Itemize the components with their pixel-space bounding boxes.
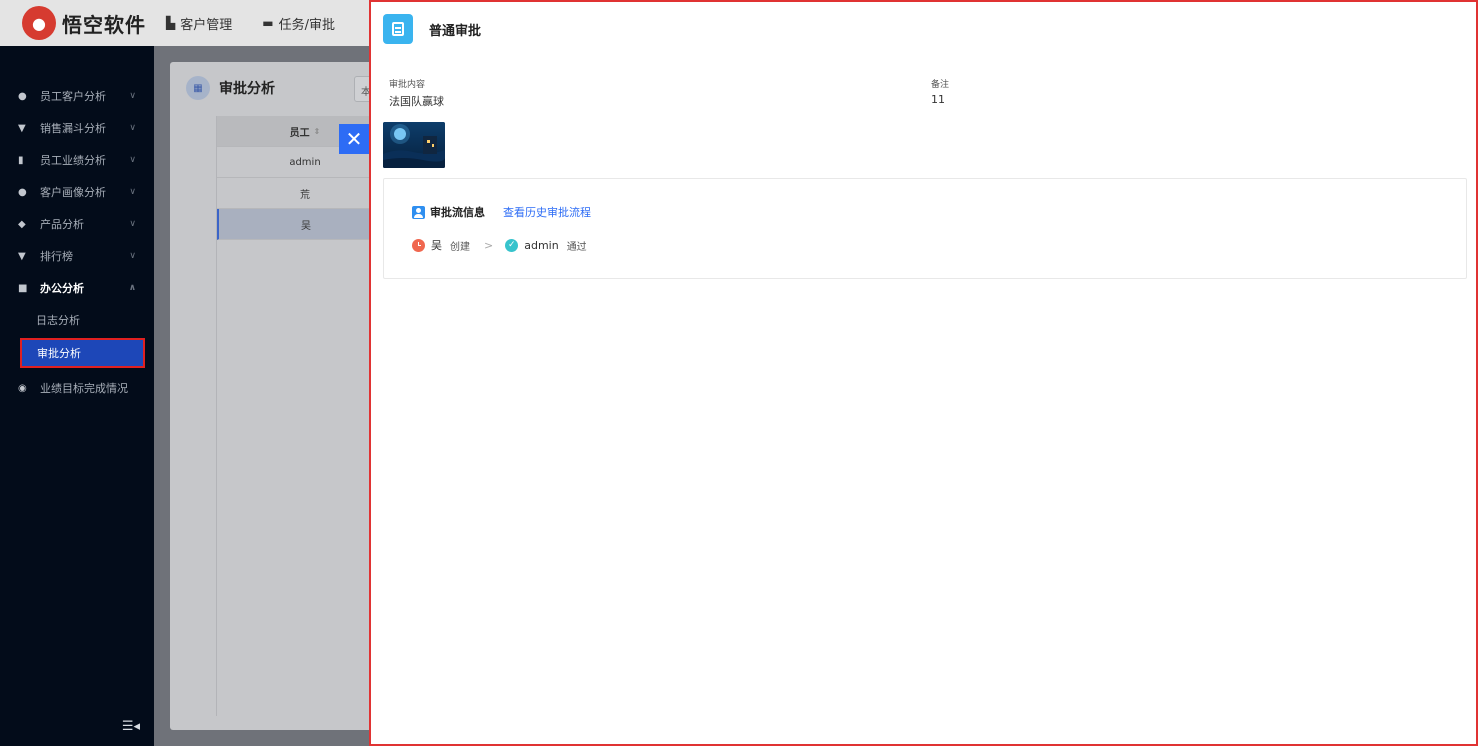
sidebar-item-label: 产品分析 <box>40 218 84 231</box>
sidebar-item-ranking[interactable]: ▼ 排行榜 ∨ <box>0 240 154 272</box>
user-icon: ● <box>18 90 27 102</box>
approval-detail-drawer: 普通审批 审批内容 法国队赢球 备注 11 审批流信息 查看历史审批流程 吴 创… <box>369 0 1478 746</box>
trophy-icon: ▼ <box>18 250 26 262</box>
sidebar-item-sales-funnel[interactable]: ▼ 销售漏斗分析 ∨ <box>0 112 154 144</box>
content-label: 审批内容 <box>389 80 426 90</box>
table-cell: 荒 <box>300 189 310 201</box>
remark-value: 11 <box>931 93 945 106</box>
chevron-right-icon: > <box>484 238 494 252</box>
sidebar-subitem-approval-analysis[interactable]: 审批分析 <box>20 338 145 368</box>
target-icon: ◉ <box>18 382 27 394</box>
logo[interactable]: ● 悟空软件 <box>22 6 162 40</box>
topnav-task-approval[interactable]: ▬ 任务/审批 <box>262 14 335 33</box>
box-icon: ◆ <box>18 218 26 230</box>
sidebar-subitem-label: 日志分析 <box>36 314 80 327</box>
sidebar-item-product[interactable]: ◆ 产品分析 ∨ <box>0 208 154 240</box>
chevron-down-icon: ∨ <box>129 251 136 261</box>
sort-icon[interactable]: ⇕ <box>314 127 321 136</box>
sidebar: ● 员工客户分析 ∨ ▼ 销售漏斗分析 ∨ ▮ 员工业绩分析 ∨ ● 客户画像分… <box>0 46 154 746</box>
logo-text: 悟空软件 <box>62 12 146 37</box>
flow-title: 审批流信息 <box>430 206 485 219</box>
sidebar-item-label: 员工业绩分析 <box>40 154 106 167</box>
funnel-icon: ▼ <box>18 122 26 134</box>
flow-steps: 吴 创建 > ✓ admin 通过 <box>412 237 587 253</box>
close-drawer-button[interactable]: ✕ <box>339 124 369 154</box>
collapse-sidebar-icon[interactable]: ☰◂ <box>122 719 140 734</box>
drawer-header: 普通审批 <box>383 14 481 44</box>
table-cell: 吴 <box>301 220 311 232</box>
briefcase-icon: ■ <box>18 282 28 294</box>
step-name: 吴 <box>431 239 442 252</box>
topnav-label: 客户管理 <box>180 17 233 33</box>
remark-label: 备注 <box>931 80 950 90</box>
person-icon <box>412 205 425 219</box>
page-header: ▦ 审批分析 <box>186 76 275 100</box>
bar-chart-icon: ▮ <box>18 154 24 166</box>
table-cell: admin <box>289 156 321 168</box>
grid-icon: ▦ <box>186 76 210 100</box>
attachment-image[interactable] <box>383 122 445 168</box>
users-icon: ● <box>18 186 27 198</box>
sidebar-item-performance-goal[interactable]: ◉ 业绩目标完成情况 <box>0 372 154 404</box>
monkey-logo-icon: ● <box>22 6 56 40</box>
step-name: admin <box>524 238 559 252</box>
sidebar-item-label: 客户画像分析 <box>40 186 106 199</box>
close-icon: ✕ <box>345 127 363 151</box>
building-icon: ▙ <box>166 16 176 30</box>
chevron-down-icon: ∨ <box>129 219 136 229</box>
sidebar-item-label: 办公分析 <box>40 282 84 295</box>
sidebar-subitem-log-analysis[interactable]: 日志分析 <box>0 304 154 336</box>
chevron-down-icon: ∨ <box>129 91 136 101</box>
sidebar-list: ● 员工客户分析 ∨ ▼ 销售漏斗分析 ∨ ▮ 员工业绩分析 ∨ ● 客户画像分… <box>0 46 154 404</box>
sidebar-item-label: 销售漏斗分析 <box>40 122 106 135</box>
sidebar-item-label: 排行榜 <box>40 250 73 263</box>
top-nav: ▙ 客户管理 ▬ 任务/审批 <box>166 14 365 33</box>
sidebar-item-label: 员工客户分析 <box>40 90 106 103</box>
chevron-up-icon: ∧ <box>128 283 136 293</box>
briefcase-icon: ▬ <box>262 16 274 30</box>
column-header-employee: 员工 <box>289 127 310 139</box>
view-history-link[interactable]: 查看历史审批流程 <box>503 204 591 220</box>
topnav-customer[interactable]: ▙ 客户管理 <box>166 14 232 33</box>
sidebar-item-office[interactable]: ■ 办公分析 ∧ <box>0 272 154 304</box>
step-action: 通过 <box>566 241 587 253</box>
check-circle-icon: ✓ <box>505 238 519 252</box>
content-value: 法国队赢球 <box>389 95 444 108</box>
chevron-down-icon: ∨ <box>129 187 136 197</box>
sidebar-item-employee-performance[interactable]: ▮ 员工业绩分析 ∨ <box>0 144 154 176</box>
topnav-label: 任务/审批 <box>278 17 335 33</box>
sidebar-item-customer-portrait[interactable]: ● 客户画像分析 ∨ <box>0 176 154 208</box>
step-action: 创建 <box>450 241 470 253</box>
sidebar-subitem-label: 审批分析 <box>37 347 81 360</box>
chevron-down-icon: ∨ <box>129 123 136 133</box>
flow-header: 审批流信息 查看历史审批流程 <box>412 204 591 220</box>
document-icon <box>383 14 413 44</box>
clock-icon <box>412 238 425 252</box>
page-title: 审批分析 <box>219 81 275 97</box>
drawer-title: 普通审批 <box>429 23 482 39</box>
sidebar-item-employee-customer[interactable]: ● 员工客户分析 ∨ <box>0 80 154 112</box>
table-row[interactable]: 荒 <box>217 178 393 209</box>
chevron-down-icon: ∨ <box>129 155 136 165</box>
approval-flow-card: 审批流信息 查看历史审批流程 吴 创建 > ✓ admin 通过 <box>383 178 1467 279</box>
table-row-selected[interactable]: 吴 <box>217 209 393 240</box>
sidebar-item-label: 业绩目标完成情况 <box>40 382 128 395</box>
